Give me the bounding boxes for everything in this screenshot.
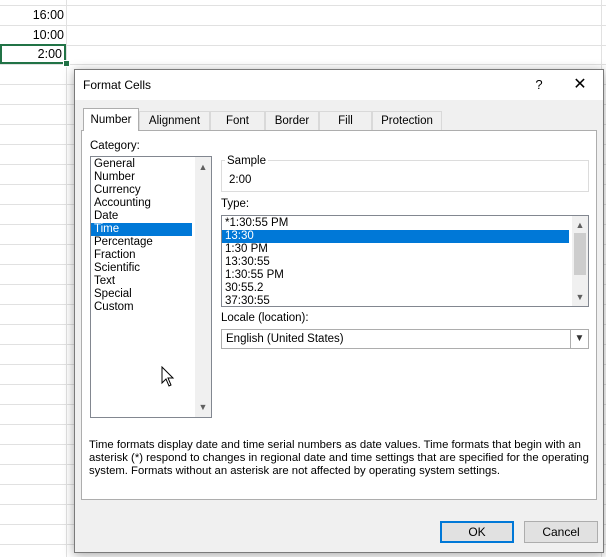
tab-number[interactable]: Number: [83, 108, 139, 131]
spreadsheet-cell[interactable]: 16:00: [0, 5, 66, 25]
tab-border[interactable]: Border: [265, 111, 319, 130]
dialog-title: Format Cells: [83, 78, 152, 92]
sample-label: Sample: [225, 155, 268, 167]
category-item[interactable]: General: [91, 158, 211, 171]
category-item[interactable]: Custom: [91, 301, 211, 314]
type-item[interactable]: *1:30:55 PM: [222, 217, 588, 230]
sample-value: 2:00: [229, 174, 252, 186]
category-item[interactable]: Currency: [91, 184, 211, 197]
type-label: Type:: [221, 198, 250, 210]
type-item-selected[interactable]: 13:30: [222, 230, 569, 243]
category-item[interactable]: Fraction: [91, 249, 211, 262]
tab-font[interactable]: Font: [210, 111, 265, 130]
category-item[interactable]: Percentage: [91, 236, 211, 249]
category-item[interactable]: Scientific: [91, 262, 211, 275]
category-label: Category:: [90, 140, 140, 152]
sample-groupbox: [221, 160, 589, 192]
scroll-thumb[interactable]: [574, 233, 586, 275]
format-description: Time formats display date and time seria…: [89, 439, 589, 477]
locale-value: English (United States): [226, 333, 344, 345]
type-listbox[interactable]: *1:30:55 PM 13:30 1:30 PM 13:30:55 1:30:…: [221, 215, 589, 307]
scroll-up-icon[interactable]: ▲: [572, 217, 588, 233]
category-item[interactable]: Number: [91, 171, 211, 184]
ok-button[interactable]: OK: [440, 521, 514, 543]
type-item[interactable]: 1:30:55 PM: [222, 269, 588, 282]
help-button[interactable]: ?: [527, 74, 551, 96]
format-cells-dialog: Format Cells ? ✕ Number Alignment Font B…: [74, 69, 604, 553]
scroll-up-icon[interactable]: ▲: [195, 159, 211, 175]
type-item[interactable]: 30:55.2: [222, 282, 588, 295]
spreadsheet-cell-selected[interactable]: 2:00: [0, 44, 66, 64]
row-divider: [0, 64, 606, 65]
category-scrollbar[interactable]: ▲ ▼: [195, 157, 211, 417]
scroll-down-icon[interactable]: ▼: [195, 399, 211, 415]
category-item[interactable]: Text: [91, 275, 211, 288]
type-item[interactable]: 1:30 PM: [222, 243, 588, 256]
locale-label: Locale (location):: [221, 312, 309, 324]
dialog-titlebar[interactable]: Format Cells ? ✕: [75, 70, 603, 100]
category-item[interactable]: Date: [91, 210, 211, 223]
tab-alignment[interactable]: Alignment: [139, 111, 210, 130]
category-item[interactable]: Special: [91, 288, 211, 301]
row-divider: [0, 25, 606, 26]
category-item-selected[interactable]: Time: [91, 223, 192, 236]
tab-protection[interactable]: Protection: [372, 111, 442, 130]
cancel-button[interactable]: Cancel: [524, 521, 598, 543]
category-listbox[interactable]: General Number Currency Accounting Date …: [90, 156, 212, 418]
tab-fill[interactable]: Fill: [319, 111, 372, 130]
category-item[interactable]: Accounting: [91, 197, 211, 210]
type-item[interactable]: 37:30:55: [222, 295, 588, 306]
close-button[interactable]: ✕: [565, 74, 595, 96]
chevron-down-icon[interactable]: ▼: [570, 330, 588, 348]
type-item[interactable]: 13:30:55: [222, 256, 588, 269]
mouse-cursor-icon: [161, 366, 175, 387]
fill-handle[interactable]: [63, 60, 70, 67]
scroll-down-icon[interactable]: ▼: [572, 289, 588, 305]
row-divider: [0, 45, 606, 46]
locale-dropdown[interactable]: English (United States) ▼: [221, 329, 589, 349]
spreadsheet-cell[interactable]: 10:00: [0, 25, 66, 45]
type-scrollbar[interactable]: ▲ ▼: [572, 216, 588, 306]
row-divider: [0, 5, 606, 6]
